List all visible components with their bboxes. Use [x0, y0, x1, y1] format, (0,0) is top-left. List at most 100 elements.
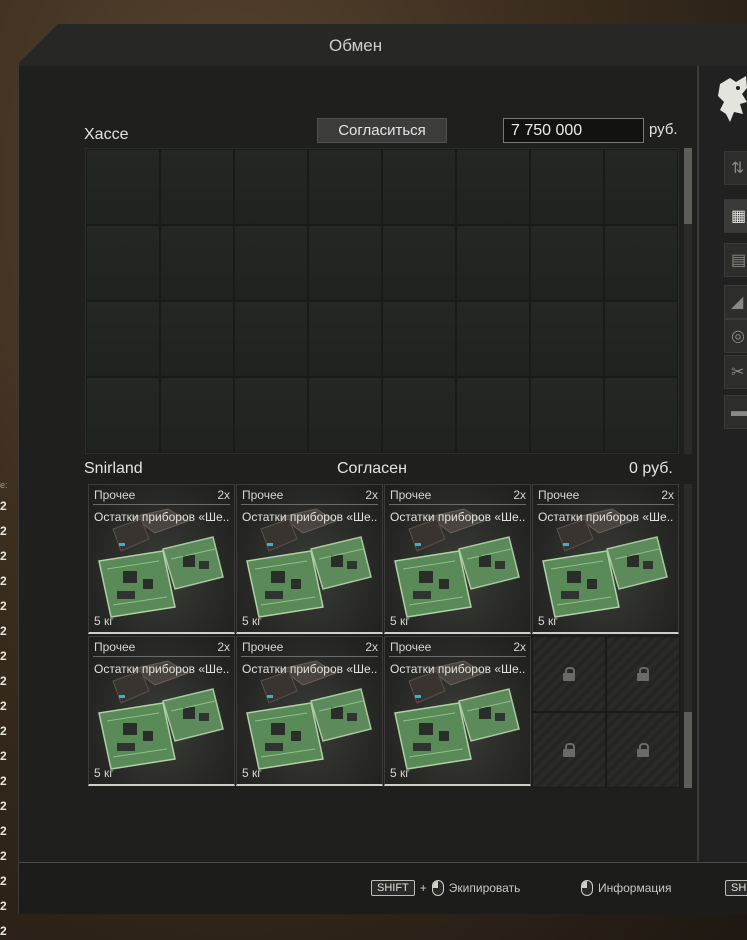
locked-slot — [606, 712, 680, 788]
left-list-label: e: — [0, 480, 8, 490]
trader-grid-cell[interactable] — [604, 377, 678, 453]
trader-name: Хассе — [84, 126, 129, 143]
offer-item[interactable]: Прочее 2x Остатки приборов «Ше.. 5 кг — [88, 636, 235, 786]
locked-slot — [606, 636, 680, 712]
trader-grid-cell[interactable] — [234, 225, 308, 301]
trader-grid-cell[interactable] — [604, 149, 678, 225]
left-list-value: 2 — [0, 724, 7, 738]
offer-item[interactable]: Прочее 2x Остатки приборов «Ше.. 5 кг — [384, 636, 531, 786]
item-name: Остатки приборов «Ше.. — [94, 662, 230, 676]
accept-button[interactable]: Согласиться — [317, 118, 447, 143]
wolf-logo-icon — [718, 76, 747, 122]
left-list-value: 2 — [0, 899, 7, 913]
trader-grid-cell[interactable] — [86, 149, 160, 225]
lock-icon — [563, 667, 575, 681]
player-scroll-thumb[interactable] — [684, 712, 692, 788]
trader-grid-cell[interactable] — [308, 301, 382, 377]
lock-icon — [637, 743, 649, 757]
item-quantity: 2x — [365, 488, 378, 502]
locked-slots — [532, 636, 680, 788]
offer-item[interactable]: Прочее 2x Остатки приборов «Ше.. 5 кг — [88, 484, 235, 634]
item-weight: 5 кг — [538, 614, 558, 628]
trader-grid-cell[interactable] — [382, 225, 456, 301]
trader-grid-cell[interactable] — [530, 149, 604, 225]
offer-item[interactable]: Прочее 2x Остатки приборов «Ше.. 5 кг — [384, 484, 531, 634]
equip-hint: SHIFT + Экипировать — [371, 880, 520, 896]
trader-grid-cell[interactable] — [382, 377, 456, 453]
trader-grid-cell[interactable] — [456, 377, 530, 453]
item-category: Прочее — [242, 488, 284, 502]
mouse-left-icon — [581, 880, 593, 896]
trader-grid-cell[interactable] — [86, 225, 160, 301]
item-category: Прочее — [94, 488, 136, 502]
trader-grid-cell[interactable] — [160, 301, 234, 377]
player-grid-scrollbar[interactable] — [684, 484, 692, 788]
trader-grid-cell[interactable] — [308, 377, 382, 453]
filter-weapons-button[interactable]: ◢ — [724, 285, 747, 319]
left-list-value: 2 — [0, 774, 7, 788]
trader-grid-cell[interactable] — [86, 377, 160, 453]
filter-tools-button[interactable]: ✂ — [724, 355, 747, 389]
item-category: Прочее — [390, 640, 432, 654]
trader-grid-cell[interactable] — [234, 149, 308, 225]
trader-grid-cell[interactable] — [456, 225, 530, 301]
filter-gear-button[interactable]: ▤ — [724, 243, 747, 277]
player-offer-grid: Прочее 2x Остатки приборов «Ше.. 5 кг Проче… — [88, 484, 680, 788]
item-divider — [537, 504, 674, 505]
trader-grid-cell[interactable] — [530, 301, 604, 377]
trader-grid-cell[interactable] — [456, 149, 530, 225]
offer-item[interactable]: Прочее 2x Остатки приборов «Ше.. 5 кг — [236, 484, 383, 634]
trader-scroll-thumb[interactable] — [684, 148, 692, 224]
item-divider — [93, 656, 230, 657]
shift-key: SHIFT — [371, 880, 415, 896]
trader-grid-cell[interactable] — [234, 377, 308, 453]
trader-grid-cell[interactable] — [382, 301, 456, 377]
offer-item[interactable]: Прочее 2x Остатки приборов «Ше.. 5 кг — [532, 484, 679, 634]
left-list-value: 2 — [0, 699, 7, 713]
trader-grid-cell[interactable] — [308, 225, 382, 301]
item-weight: 5 кг — [94, 766, 114, 780]
panel-divider — [697, 66, 699, 861]
item-weight: 5 кг — [390, 766, 410, 780]
sort-button[interactable]: ⇅ — [724, 151, 747, 185]
item-weight: 5 кг — [94, 614, 114, 628]
price-field[interactable]: 7 750 000 — [503, 118, 644, 143]
trader-grid-cell[interactable] — [604, 301, 678, 377]
trader-stash-grid[interactable] — [85, 148, 679, 454]
item-category: Прочее — [538, 488, 580, 502]
trader-grid-cell[interactable] — [530, 377, 604, 453]
filter-containers-button[interactable]: ▬ — [724, 395, 747, 429]
trader-grid-cell[interactable] — [86, 301, 160, 377]
item-category: Прочее — [390, 488, 432, 502]
trader-grid-cell[interactable] — [234, 301, 308, 377]
left-list-value: 2 — [0, 574, 7, 588]
trader-grid-cell[interactable] — [382, 149, 456, 225]
item-weight: 5 кг — [242, 614, 262, 628]
left-list-value: 2 — [0, 649, 7, 663]
weapon-icon: ◢ — [731, 294, 744, 311]
item-divider — [241, 656, 378, 657]
trader-grid-cell[interactable] — [160, 377, 234, 453]
filter-meds-button[interactable]: ◎ — [724, 319, 747, 353]
trader-grid-cell[interactable] — [530, 225, 604, 301]
item-quantity: 2x — [661, 488, 674, 502]
item-quantity: 2x — [217, 488, 230, 502]
trader-grid-cell[interactable] — [160, 149, 234, 225]
info-hint: Информация — [581, 880, 671, 896]
info-label: Информация — [598, 881, 672, 895]
player-name: Snirland — [84, 460, 143, 477]
lock-icon — [563, 743, 575, 757]
footer-bar: SHIFT + Экипировать Информация SH — [19, 862, 747, 914]
trader-grid-cell[interactable] — [604, 225, 678, 301]
left-list-value: 2 — [0, 624, 7, 638]
locked-slot — [532, 636, 606, 712]
trader-grid-scrollbar[interactable] — [684, 148, 692, 454]
filter-all-button[interactable]: ▦ — [724, 199, 747, 233]
trader-grid-cell[interactable] — [308, 149, 382, 225]
offer-item[interactable]: Прочее 2x Остатки приборов «Ше.. 5 кг — [236, 636, 383, 786]
left-list-value: 2 — [0, 499, 7, 513]
trader-grid-cell[interactable] — [160, 225, 234, 301]
item-quantity: 2x — [365, 640, 378, 654]
trader-grid-cell[interactable] — [456, 301, 530, 377]
left-list-value: 2 — [0, 874, 7, 888]
